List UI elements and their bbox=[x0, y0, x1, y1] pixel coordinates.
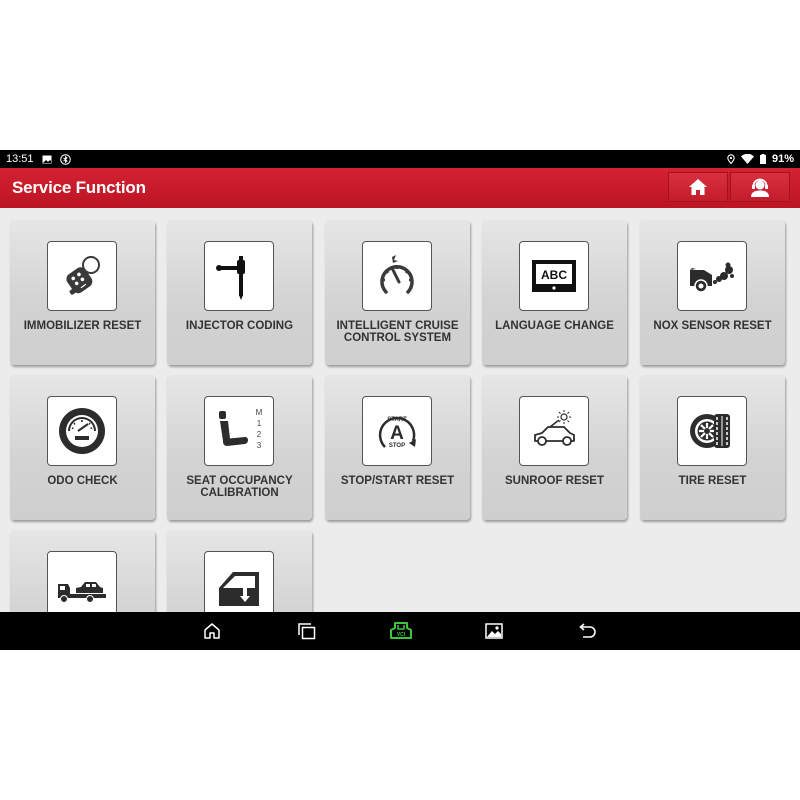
tow-truck-icon bbox=[58, 582, 106, 603]
abc-screen-icon: ABC bbox=[532, 260, 576, 292]
nav-recents[interactable] bbox=[296, 621, 318, 641]
tile-label: NOX SENSOR RESET bbox=[653, 320, 772, 332]
support-agent-icon bbox=[751, 178, 769, 197]
tile-transport-mode[interactable] bbox=[10, 530, 155, 612]
car-key-fob-icon bbox=[66, 256, 100, 295]
seat-memory-m: M bbox=[256, 408, 263, 417]
tile-injector-coding[interactable]: INJECTOR CODING bbox=[167, 220, 312, 365]
home-button[interactable] bbox=[668, 172, 728, 202]
icon-frame: START A STOP bbox=[362, 396, 432, 466]
abc-text: ABC bbox=[541, 268, 567, 282]
seat-memory-2: 2 bbox=[257, 430, 262, 439]
device-screen: 13:51 91% Service Function IMMOBILIZER R… bbox=[0, 150, 800, 650]
auto-start-stop-icon: START A STOP bbox=[378, 416, 416, 449]
icon-frame bbox=[47, 241, 117, 311]
icon-frame bbox=[362, 241, 432, 311]
icon-frame: M 1 2 3 bbox=[204, 396, 274, 466]
tile-label: TIRE RESET bbox=[678, 475, 747, 487]
tile-nox-sensor-reset[interactable]: NOX SENSOR RESET bbox=[640, 220, 785, 365]
odometer-gauge-icon bbox=[59, 408, 105, 454]
tile-label: LANGUAGE CHANGE bbox=[495, 320, 614, 332]
icon-frame: ABC bbox=[519, 241, 589, 311]
tile-odo-check[interactable]: ODO CHECK bbox=[10, 375, 155, 520]
tire-icon bbox=[690, 414, 730, 448]
tile-label: IMMOBILIZER RESET bbox=[23, 320, 142, 332]
window-lift-icon bbox=[219, 572, 259, 606]
seat-memory-3: 3 bbox=[257, 441, 262, 450]
tile-label: INJECTOR CODING bbox=[185, 320, 294, 332]
android-navigation-bar: VCI bbox=[0, 612, 800, 650]
injector-icon bbox=[216, 256, 245, 300]
vci-text: VCI bbox=[397, 632, 406, 638]
tile-immobilizer-reset[interactable]: IMMOBILIZER RESET bbox=[10, 220, 155, 365]
back-icon bbox=[579, 623, 596, 638]
nav-screenshot[interactable] bbox=[483, 621, 505, 641]
wifi-icon bbox=[740, 154, 754, 164]
icon-frame bbox=[204, 241, 274, 311]
home-icon bbox=[689, 179, 707, 195]
tile-tire-reset[interactable]: TIRE RESET bbox=[640, 375, 785, 520]
car-exhaust-icon bbox=[690, 262, 734, 293]
image-notification-icon bbox=[42, 155, 52, 163]
icon-frame bbox=[47, 396, 117, 466]
tile-label: STOP/START RESET bbox=[340, 475, 455, 487]
battery-icon bbox=[759, 154, 766, 164]
nav-home[interactable] bbox=[201, 621, 223, 641]
icon-frame bbox=[519, 396, 589, 466]
nav-back[interactable] bbox=[576, 621, 598, 641]
car-sunroof-icon bbox=[534, 410, 575, 446]
bluetooth-icon bbox=[59, 153, 71, 165]
gallery-icon bbox=[485, 623, 503, 639]
seat-memory-1: 1 bbox=[257, 419, 262, 428]
seat-memory-icon: M 1 2 3 bbox=[219, 408, 263, 450]
function-grid: IMMOBILIZER RESET INJECTOR CODING INTELL… bbox=[0, 208, 800, 612]
tile-label: SEAT OCCUPANCY CALIBRATION bbox=[186, 475, 293, 499]
page-title: Service Function bbox=[12, 178, 146, 197]
status-bar: 13:51 91% bbox=[0, 150, 800, 168]
recent-apps-icon bbox=[298, 623, 316, 640]
icon-frame bbox=[677, 241, 747, 311]
tile-intelligent-cruise-control[interactable]: INTELLIGENT CRUISE CONTROL SYSTEM bbox=[325, 220, 470, 365]
battery-percent: 91% bbox=[771, 153, 794, 165]
tile-seat-occupancy-calibration[interactable]: M 1 2 3 SEAT OCCUPANCY CALIBRATION bbox=[167, 375, 312, 520]
tile-label: ODO CHECK bbox=[47, 475, 118, 487]
tile-label: INTELLIGENT CRUISE CONTROL SYSTEM bbox=[336, 320, 459, 344]
tile-language-change[interactable]: ABC LANGUAGE CHANGE bbox=[482, 220, 627, 365]
nav-vci[interactable]: VCI bbox=[388, 621, 414, 641]
clock: 13:51 bbox=[6, 153, 34, 165]
tile-stop-start-reset[interactable]: START A STOP STOP/START RESET bbox=[325, 375, 470, 520]
app-header: Service Function bbox=[0, 168, 800, 208]
a-text: A bbox=[390, 423, 404, 444]
tile-sunroof-reset[interactable]: SUNROOF RESET bbox=[482, 375, 627, 520]
tile-label: SUNROOF RESET bbox=[504, 475, 605, 487]
location-icon bbox=[727, 154, 735, 164]
stop-text: STOP bbox=[389, 443, 405, 449]
vci-connector-icon: VCI bbox=[390, 622, 412, 639]
icon-frame bbox=[204, 551, 274, 612]
speedometer-cruise-icon bbox=[380, 255, 414, 294]
support-button[interactable] bbox=[730, 172, 790, 202]
icon-frame bbox=[677, 396, 747, 466]
home-outline-icon bbox=[204, 623, 220, 639]
icon-frame bbox=[47, 551, 117, 612]
tile-window-initialization[interactable] bbox=[167, 530, 312, 612]
